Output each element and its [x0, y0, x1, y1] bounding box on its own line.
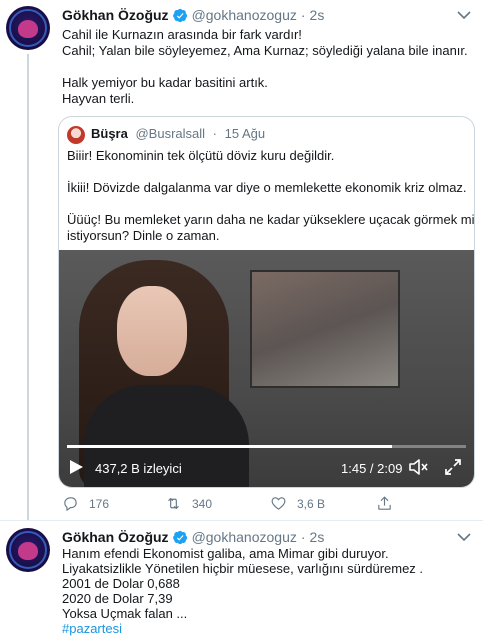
timestamp[interactable]: 2s	[310, 529, 325, 545]
fullscreen-icon[interactable]	[444, 458, 462, 476]
video-background-frame	[250, 270, 400, 388]
tweet-text-line: Yoksa Uçmak falan ...	[62, 606, 188, 621]
quote-avatar[interactable]	[67, 126, 85, 144]
quote-header: Büşra @Busralsall · 15 Ağu	[91, 126, 265, 141]
quote-text-line: Üüüç! Bu memleket yarın daha ne kadar yü…	[67, 212, 475, 227]
mute-icon[interactable]	[408, 458, 428, 476]
hashtag-link[interactable]: #pazartesi	[62, 621, 122, 637]
like-button[interactable]: 3,6 B	[270, 495, 325, 512]
tweet-text-line: Halk yemiyor bu kadar basitini artık.	[62, 75, 268, 90]
video-progress-fill	[67, 445, 392, 448]
tweet-header: Gökhan Özoğuz @gokhanozoguz · 2s	[62, 6, 324, 24]
chevron-down-icon[interactable]	[457, 532, 471, 542]
avatar[interactable]	[6, 6, 50, 50]
tweet-actions: 176 340 3,6 B	[62, 495, 462, 515]
tweet[interactable]: Gökhan Özoğuz @gokhanozoguz · 2s Hanım e…	[0, 520, 483, 640]
video-time: 1:45 / 2:09	[341, 461, 403, 476]
quote-text-line: Biiir! Ekonominin tek ölçütü döviz kuru …	[67, 148, 335, 163]
quote-author-handle[interactable]: @Busralsall	[135, 126, 205, 141]
heart-icon	[271, 497, 286, 510]
tweet-text-line: Cahil ile Kurnazın arasında bir fark var…	[62, 27, 302, 42]
verified-icon	[172, 530, 187, 544]
reply-count: 176	[89, 496, 110, 511]
tweet-text-line: 2001 de Dolar 0,688	[62, 576, 180, 591]
tweet-text-line: Hayvan terli.	[62, 91, 135, 106]
quote-text-line: İkiii! Dövizde dalgalanma var diye o mem…	[67, 180, 467, 195]
chevron-down-icon[interactable]	[457, 10, 471, 20]
tweet-text-line: Cahil; Yalan bile söyleyemez, Ama Kurnaz…	[62, 43, 468, 58]
share-button[interactable]	[376, 495, 403, 512]
avatar-face	[18, 542, 38, 560]
tweet-text-line: Liyakatsizlikle Yönetilen hiçbir müesese…	[62, 561, 424, 576]
tweet[interactable]: Gökhan Özoğuz @gokhanozoguz · 2s Cahil i…	[0, 0, 483, 520]
share-icon	[378, 496, 391, 510]
thread-line	[27, 54, 29, 520]
avatar[interactable]	[6, 528, 50, 572]
verified-icon	[172, 8, 187, 22]
author-handle[interactable]: @gokhanozoguz	[192, 7, 297, 23]
tweet-header: Gökhan Özoğuz @gokhanozoguz · 2s	[62, 528, 324, 546]
quote-text-line: istiyorsun? Dinle o zaman.	[67, 228, 220, 243]
timestamp[interactable]: 2s	[310, 7, 325, 23]
author-name[interactable]: Gökhan Özoğuz	[62, 7, 169, 23]
reply-button[interactable]: 176	[62, 495, 109, 512]
quoted-tweet[interactable]: Büşra @Busralsall · 15 Ağu Biiir! Ekonom…	[58, 116, 475, 488]
author-handle[interactable]: @gokhanozoguz	[192, 529, 297, 545]
play-icon[interactable]	[67, 458, 85, 476]
video-progress-bar[interactable]	[67, 445, 466, 448]
avatar-face	[18, 20, 38, 38]
separator-dot: ·	[212, 126, 218, 141]
reply-icon	[64, 497, 77, 511]
video-person-face	[117, 286, 187, 376]
tweet-text-line: 2020 de Dolar 7,39	[62, 591, 173, 606]
tweet-text-line: Hanım efendi Ekonomist galiba, ama Mimar…	[62, 546, 389, 561]
author-name[interactable]: Gökhan Özoğuz	[62, 529, 169, 545]
retweet-icon	[168, 497, 179, 510]
retweet-button[interactable]: 340	[165, 495, 212, 512]
video-player[interactable]: 437,2 B izleyici 1:45 / 2:09	[59, 250, 474, 487]
quote-timestamp[interactable]: 15 Ağu	[225, 126, 266, 141]
like-count: 3,6 B	[297, 496, 326, 511]
separator-dot: ·	[300, 7, 306, 23]
view-count: 437,2 B izleyici	[95, 461, 182, 476]
retweet-count: 340	[192, 496, 213, 511]
quote-author-name[interactable]: Büşra	[91, 126, 128, 141]
separator-dot: ·	[300, 529, 306, 545]
